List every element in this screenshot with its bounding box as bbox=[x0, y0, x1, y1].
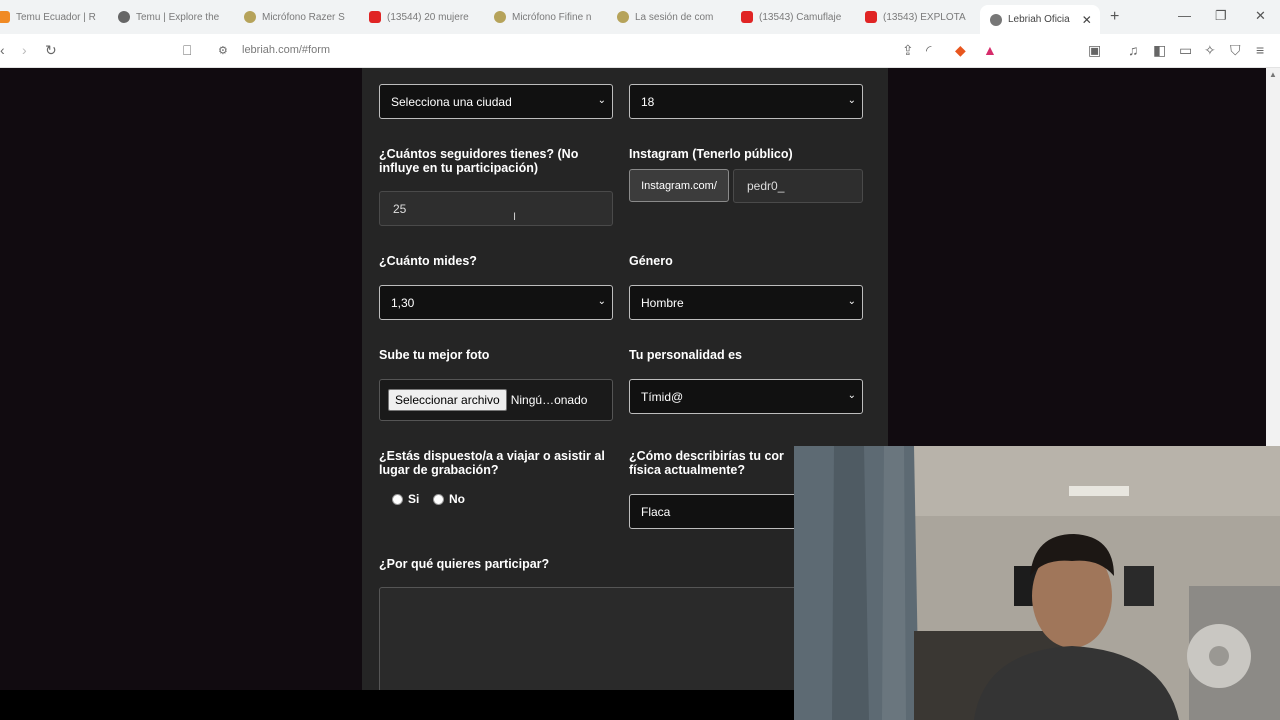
file-status: Ningú…onado bbox=[510, 393, 588, 407]
chevron-down-icon: ⌄ bbox=[847, 390, 856, 401]
tab-label: Micrófono Fifine n bbox=[512, 11, 592, 23]
forward-icon[interactable]: › bbox=[22, 42, 27, 58]
gender-select[interactable]: Hombre ⌄ bbox=[629, 285, 863, 320]
bookmark-icon[interactable]: ⎕ bbox=[183, 42, 191, 59]
radio-circle-icon bbox=[392, 493, 403, 505]
chevron-down-icon: ⌄ bbox=[597, 296, 606, 307]
music-icon[interactable]: ♫ bbox=[1128, 42, 1139, 58]
temu-icon bbox=[0, 11, 10, 23]
browser-toolbar: ‹ › ↻ ⎕ ⚙ lebriah.com/#form ⇪ ◜ ◆ ▲ ▣ ♫ … bbox=[0, 34, 1280, 68]
tab-temu-ecuador[interactable]: Temu Ecuador | R bbox=[0, 6, 98, 28]
physique-label: ¿Cómo describirías tu cor física actualm… bbox=[629, 450, 784, 477]
gender-label: Género bbox=[629, 254, 673, 268]
height-label: ¿Cuánto mides? bbox=[379, 254, 477, 268]
youtube-icon bbox=[369, 11, 381, 23]
tab-microfono-fifine[interactable]: Micrófono Fifine n bbox=[494, 6, 596, 28]
restore-icon[interactable]: ❐ bbox=[1215, 8, 1227, 24]
split-view-icon[interactable]: ◧ bbox=[1153, 42, 1166, 59]
close-tab-icon[interactable]: ✕ bbox=[1082, 13, 1092, 27]
text-cursor-icon: I bbox=[513, 211, 517, 223]
site-icon bbox=[990, 13, 1002, 26]
rss-icon[interactable]: ◜ bbox=[926, 42, 931, 59]
tab-youtube-1[interactable]: (13544) 20 mujere bbox=[369, 6, 471, 28]
personality-label: Tu personalidad es bbox=[629, 348, 742, 362]
tab-label: (13543) Camuflaje bbox=[759, 11, 842, 23]
leo-ai-icon[interactable]: ✧ bbox=[1204, 42, 1216, 59]
instagram-prefix: Instagram.com/ bbox=[629, 169, 729, 202]
site-icon bbox=[494, 11, 506, 23]
tab-microfono-razer[interactable]: Micrófono Razer S bbox=[244, 6, 346, 28]
travel-no-label: No bbox=[449, 492, 465, 506]
travel-yes-label: Si bbox=[408, 492, 420, 506]
menu-icon[interactable]: ≡ bbox=[1256, 42, 1264, 58]
followers-label: ¿Cuántos seguidores tienes? (No influye … bbox=[379, 147, 579, 175]
age-select[interactable]: 18 ⌄ bbox=[629, 84, 863, 119]
followers-input[interactable]: 25 bbox=[379, 191, 613, 226]
tab-label: Temu Ecuador | R bbox=[16, 11, 96, 23]
instagram-input[interactable]: pedr0_ bbox=[733, 169, 863, 203]
webcam-overlay bbox=[794, 446, 1280, 720]
travel-label: ¿Estás dispuesto/a a viajar o asistir al… bbox=[379, 449, 605, 477]
tab-label: Micrófono Razer S bbox=[262, 11, 345, 23]
wallet-icon[interactable]: ▭ bbox=[1179, 42, 1192, 59]
tab-label: Temu | Explore the bbox=[136, 11, 220, 23]
why-textarea[interactable] bbox=[379, 587, 863, 697]
why-label: ¿Por qué quieres participar? bbox=[379, 557, 550, 571]
reload-icon[interactable]: ↻ bbox=[45, 42, 57, 59]
radio-circle-icon bbox=[433, 493, 444, 505]
scroll-up-icon[interactable]: ▲ bbox=[1269, 70, 1277, 79]
physique-select-value: Flaca bbox=[641, 504, 671, 519]
tab-label: La sesión de com bbox=[635, 11, 714, 23]
webcam-feed bbox=[794, 446, 1280, 720]
travel-no-radio[interactable]: No bbox=[433, 492, 465, 506]
city-select-value: Selecciona una ciudad bbox=[391, 94, 512, 109]
tab-youtube-3[interactable]: (13543) EXPLOTA I bbox=[865, 6, 967, 28]
tab-youtube-2[interactable]: (13543) Camuflaje bbox=[741, 6, 843, 28]
new-tab-icon[interactable]: + bbox=[1110, 8, 1119, 26]
height-select[interactable]: 1,30 ⌄ bbox=[379, 285, 613, 320]
tab-lebriah-active[interactable]: Lebriah Oficia ✕ bbox=[980, 5, 1100, 34]
select-file-button[interactable]: Seleccionar archivo bbox=[388, 389, 507, 411]
chevron-down-icon: ⌄ bbox=[847, 95, 856, 106]
vpn-icon[interactable]: ⛉ bbox=[1230, 42, 1241, 59]
chevron-down-icon: ⌄ bbox=[847, 296, 856, 307]
tab-label: Lebriah Oficia bbox=[1008, 14, 1070, 25]
youtube-icon bbox=[741, 11, 753, 23]
photo-file-input[interactable]: Seleccionar archivo Ningú…onado bbox=[379, 379, 613, 421]
gender-select-value: Hombre bbox=[641, 295, 684, 310]
city-select[interactable]: Selecciona una ciudad ⌄ bbox=[379, 84, 613, 119]
tab-sesion[interactable]: La sesión de com bbox=[617, 6, 719, 28]
personality-select[interactable]: Tímid@ ⌄ bbox=[629, 379, 863, 414]
globe-icon bbox=[118, 11, 130, 23]
tab-temu-explore[interactable]: Temu | Explore the bbox=[118, 6, 222, 28]
brave-rewards-icon[interactable]: ▲ bbox=[983, 42, 997, 58]
share-icon[interactable]: ⇪ bbox=[902, 42, 914, 59]
travel-yes-radio[interactable]: Si bbox=[392, 492, 419, 506]
instagram-label: Instagram (Tenerlo público) bbox=[629, 147, 793, 161]
personality-select-value: Tímid@ bbox=[641, 389, 684, 404]
site-info-icon[interactable]: ⚙ bbox=[218, 44, 228, 57]
address-bar[interactable]: lebriah.com/#form bbox=[242, 44, 330, 56]
youtube-icon bbox=[865, 11, 877, 23]
tab-label: (13544) 20 mujere bbox=[387, 11, 469, 23]
back-icon[interactable]: ‹ bbox=[0, 42, 5, 58]
followers-value: 25 bbox=[393, 201, 407, 216]
sidebar-panel-icon[interactable]: ▣ bbox=[1088, 42, 1101, 59]
instagram-prefix-text: Instagram.com/ bbox=[641, 179, 717, 192]
brave-shield-icon[interactable]: ◆ bbox=[955, 42, 966, 59]
height-select-value: 1,30 bbox=[391, 295, 415, 310]
chevron-down-icon: ⌄ bbox=[597, 95, 606, 106]
photo-label: Sube tu mejor foto bbox=[379, 348, 490, 362]
tab-strip: Temu Ecuador | R Temu | Explore the Micr… bbox=[0, 0, 1280, 34]
close-window-icon[interactable]: ✕ bbox=[1255, 8, 1266, 24]
age-select-value: 18 bbox=[641, 94, 655, 109]
minimize-icon[interactable]: — bbox=[1178, 8, 1191, 23]
tab-label: (13543) EXPLOTA I bbox=[883, 11, 967, 23]
instagram-value: pedr0_ bbox=[747, 179, 785, 193]
site-icon bbox=[617, 11, 629, 23]
site-icon bbox=[244, 11, 256, 23]
